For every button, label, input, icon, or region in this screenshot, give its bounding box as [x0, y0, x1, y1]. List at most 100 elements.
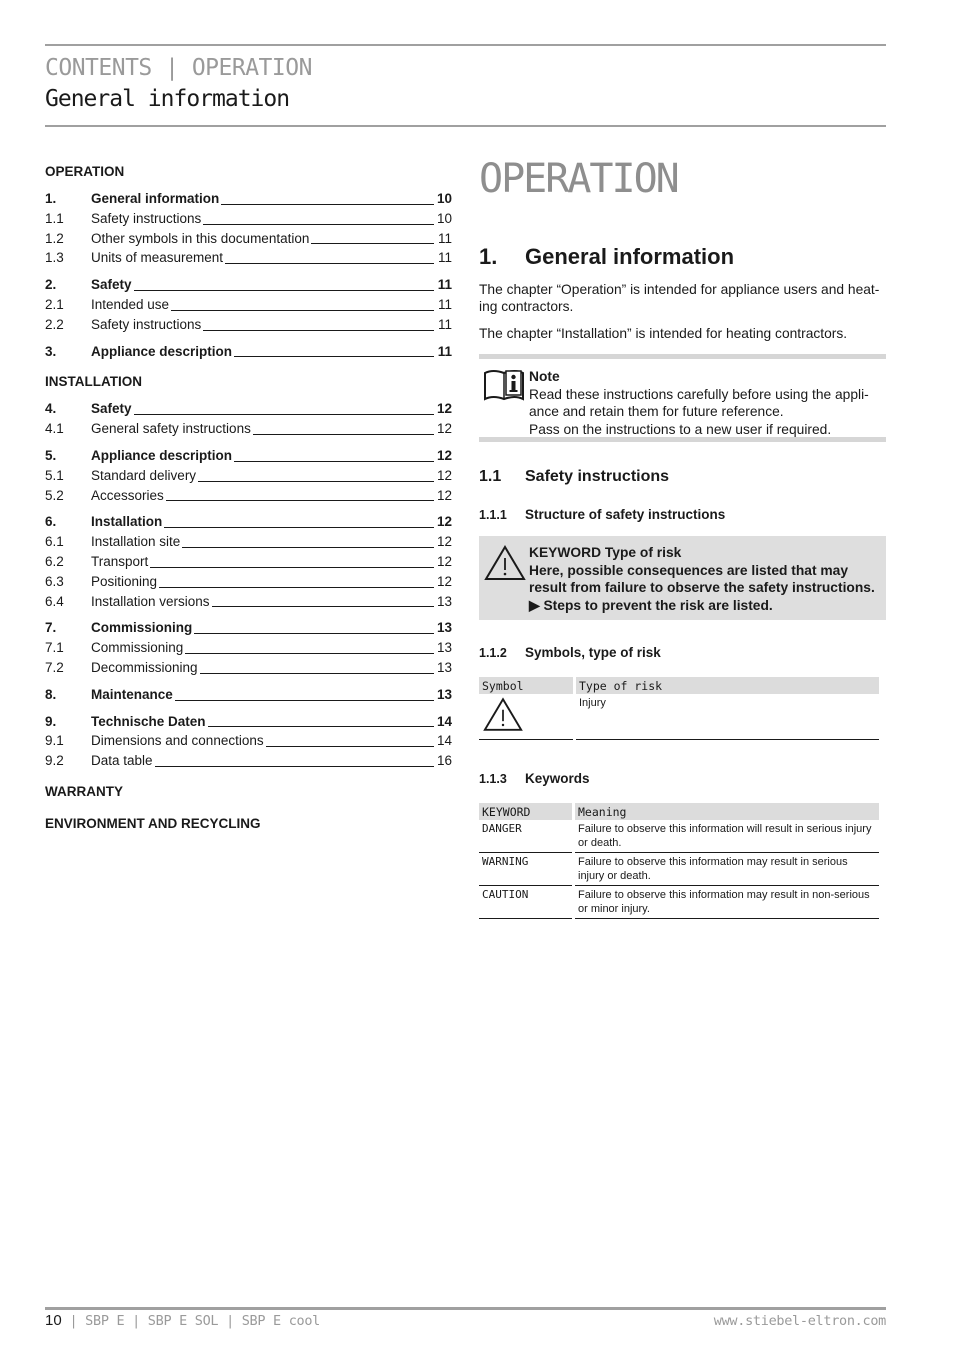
- section-number: 1.1: [479, 468, 502, 485]
- toc-leader-line: [234, 355, 434, 358]
- toc-entry[interactable]: 2.2 Safety instructions 11: [45, 315, 452, 335]
- toc-entry-title: Transport: [91, 553, 149, 569]
- toc-entry-page: 13: [436, 640, 452, 656]
- toc-entry-number: 6.4: [45, 593, 64, 609]
- toc-entry-number: 4.: [45, 401, 57, 417]
- toc-entry-page: 12: [436, 553, 452, 569]
- arrow-right-icon: ▶: [529, 597, 540, 613]
- toc-section-environment[interactable]: ENVIRONMENT AND RECYCLING: [45, 814, 452, 834]
- toc-entry-title: Commissioning: [91, 640, 184, 656]
- toc-entry-page: 12: [436, 447, 452, 463]
- toc-entry[interactable]: 4.1 General safety instructions 12: [45, 419, 452, 439]
- toc-entry[interactable]: 7.2 Decommissioning 13: [45, 658, 452, 678]
- toc-entry[interactable]: 1.3 Units of measurement 11: [45, 248, 452, 268]
- toc-entry[interactable]: 5.2 Accessories 12: [45, 486, 452, 506]
- toc-entry-page: 11: [437, 343, 452, 359]
- toc-entry-page: 14: [436, 733, 452, 749]
- note-text-2: Pass on the instructions to a new user i…: [529, 421, 832, 437]
- toc-entry[interactable]: 7. Commissioning 13: [45, 618, 452, 638]
- keyword-type-of-risk: KEYWORD Type of risk: [529, 545, 682, 560]
- toc-entry[interactable]: 9.2 Data table 16: [45, 751, 452, 771]
- toc-entry-page: 13: [436, 659, 452, 675]
- toc-entry-page: 16: [436, 753, 452, 769]
- toc-entry-page: 11: [437, 277, 452, 293]
- toc-leader-line: [159, 586, 434, 588]
- toc-section-warranty[interactable]: WARRANTY: [45, 782, 452, 802]
- section-heading-1-1-3: 1.1.3 Keywords: [479, 771, 590, 786]
- toc-entry[interactable]: 9. Technische Daten 14: [45, 712, 452, 732]
- toc-entry-number: 8.: [45, 686, 57, 702]
- toc-leader-line: [164, 526, 434, 529]
- consequences-text: Here, possible consequences are listed t…: [529, 562, 875, 596]
- toc-entry[interactable]: 6.1 Installation site 12: [45, 532, 452, 552]
- toc-entry[interactable]: 5. Appliance description 12: [45, 446, 452, 466]
- toc-entry-title: Data table: [91, 753, 153, 769]
- toc-entry-title: Safety: [91, 277, 132, 293]
- toc-entry-number: 6.1: [45, 534, 64, 550]
- toc-leader-line: [150, 566, 434, 568]
- breadcrumb: CONTENTS | OPERATION: [45, 55, 312, 81]
- toc-entry[interactable]: 5.1 Standard delivery 12: [45, 466, 452, 486]
- toc-entry[interactable]: 6.4 Installation versions 13: [45, 592, 452, 612]
- toc-entry[interactable]: 6.2 Transport 12: [45, 552, 452, 572]
- table-row: Injury: [479, 694, 879, 740]
- toc-entry-number: 5.2: [45, 487, 64, 503]
- intro-paragraph-1: The chapter “Operation” is intended for …: [479, 282, 880, 314]
- toc-entry-title: General information: [91, 191, 220, 206]
- toc-leader-line: [199, 672, 434, 674]
- toc-section-operation[interactable]: OPERATION: [45, 162, 452, 182]
- toc-entry[interactable]: 6.3 Positioning 12: [45, 572, 452, 592]
- toc-entry-title: Technische Daten: [91, 713, 206, 729]
- page-subtitle: General information: [45, 86, 290, 112]
- toc-entry[interactable]: 4. Safety 12: [45, 399, 452, 419]
- toc-leader-line: [225, 262, 434, 265]
- note-title: Note: [529, 369, 560, 384]
- toc-entry[interactable]: 7.1 Commissioning 13: [45, 638, 452, 658]
- toc-leader-line: [203, 329, 434, 331]
- toc-operation-list: 1. General information 10 1.1 Safety instruc…: [45, 189, 452, 361]
- toc-entry-title: Appliance description: [91, 343, 233, 359]
- model-list: | SBP E | SBP E SOL | SBP E cool: [61, 1313, 321, 1329]
- toc-leader-line: [182, 546, 434, 548]
- toc-entry-page: 13: [436, 686, 452, 702]
- section-heading-1-1-2: 1.1.2 Symbols, type of risk: [479, 645, 661, 660]
- toc-entry-number: 3.: [45, 343, 57, 359]
- toc-entry[interactable]: 1.1 Safety instructions 10: [45, 209, 452, 229]
- table-row: DANGER Failure to observe this informati…: [479, 820, 879, 853]
- section-heading-1: 1. General information: [479, 244, 734, 270]
- toc-entry-number: 6.3: [45, 573, 64, 589]
- toc-entry[interactable]: 1.2 Other symbols in this documentation 11: [45, 229, 452, 249]
- toc-entry-page: 10: [436, 210, 452, 226]
- toc-installation-list: 4. Safety 12 4.1 General safety instructions…: [45, 399, 452, 771]
- toc-entry[interactable]: 2.1 Intended use 11: [45, 295, 452, 315]
- toc-entry[interactable]: 6. Installation 12: [45, 512, 452, 532]
- toc-entry[interactable]: 9.1 Dimensions and connections 14: [45, 731, 452, 751]
- website-link[interactable]: www.stiebel-eltron.com: [714, 1313, 887, 1329]
- warning-triangle-icon: [484, 545, 526, 580]
- toc-entry-page: 13: [436, 593, 452, 609]
- table-row: CAUTION Failure to observe this informat…: [479, 886, 879, 919]
- section-title: Keywords: [525, 771, 590, 786]
- toc-entry[interactable]: 3. Appliance description 11: [45, 342, 452, 362]
- toc-entry-title: Other symbols in this documentation: [91, 230, 310, 246]
- toc-entry-page: 14: [436, 713, 452, 729]
- toc-entry-title: Units of measurement: [91, 250, 224, 266]
- toc-leader-line: [203, 223, 434, 225]
- toc-entry-title: Positioning: [91, 573, 158, 589]
- keyword-cell: WARNING: [479, 853, 572, 886]
- toc-entry-number: 1.: [45, 191, 57, 206]
- toc-section-installation[interactable]: INSTALLATION: [45, 372, 452, 392]
- header-top-rule: [45, 44, 886, 46]
- manual-info-icon: [484, 370, 524, 401]
- toc-entry[interactable]: 2. Safety 11: [45, 275, 452, 295]
- prevention-step: Steps to prevent the risk are listed.: [543, 597, 773, 613]
- section-title: Symbols, type of risk: [525, 645, 661, 660]
- toc-entry[interactable]: 8. Maintenance 13: [45, 685, 452, 705]
- toc-leader-line: [171, 309, 434, 311]
- toc-entry-page: 12: [436, 487, 452, 503]
- toc-entry-title: General safety instructions: [91, 421, 251, 437]
- toc-entry[interactable]: 1. General information 10: [45, 189, 452, 209]
- toc-entry-title: Installation site: [91, 534, 181, 550]
- section-title: General information: [525, 244, 735, 269]
- toc-entry-page: 12: [436, 401, 452, 417]
